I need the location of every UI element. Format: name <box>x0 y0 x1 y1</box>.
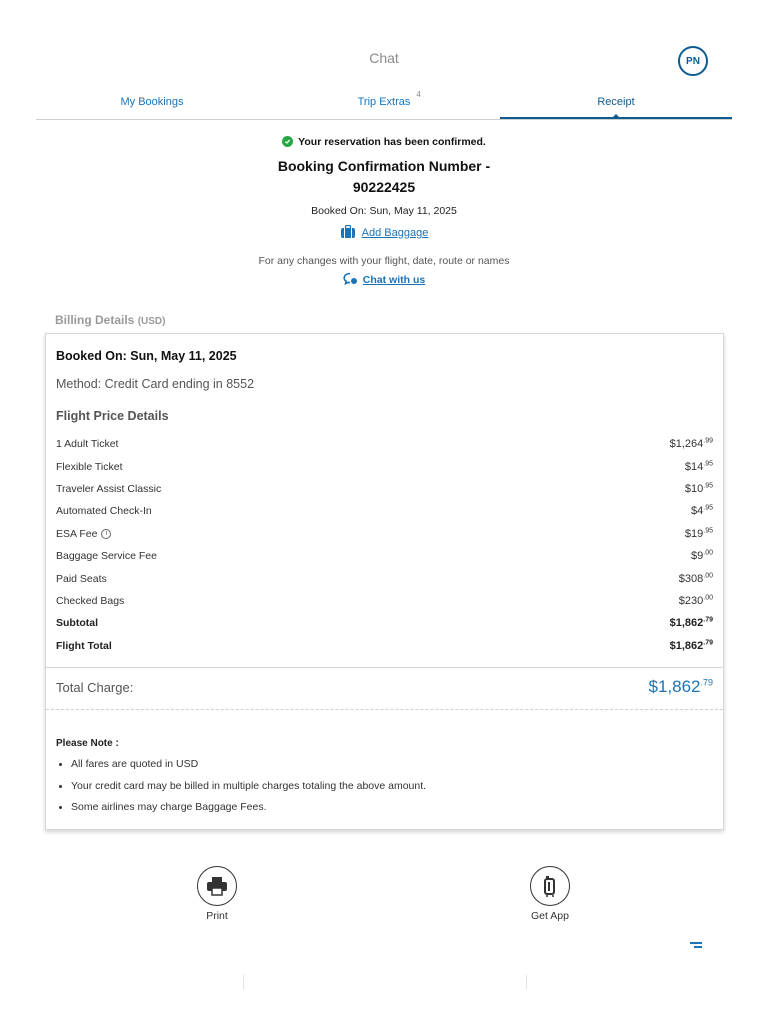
price-label: Flight Total <box>56 639 112 652</box>
divider <box>46 667 723 668</box>
chat-row: Chat with us <box>0 272 768 290</box>
price-row-adult-ticket: 1 Adult Ticket $1,264.99 <box>56 433 713 455</box>
bullet-icon <box>59 806 62 810</box>
check-circle-icon <box>282 136 294 147</box>
billing-currency: (USD) <box>137 316 166 327</box>
price-label: Traveler Assist Classic <box>56 482 162 495</box>
tab-receipt[interactable]: Receipt <box>500 86 732 119</box>
price-label: Baggage Service Fee <box>56 550 157 563</box>
tab-label: My Bookings <box>120 96 184 108</box>
price-label: Automated Check-In <box>56 505 152 518</box>
tab-badge: 4 <box>416 90 421 99</box>
price-value: $308.00 <box>678 571 713 585</box>
booked-on-date: Booked On: Sun, May 11, 2025 <box>311 205 457 217</box>
price-value: $4.95 <box>691 504 713 518</box>
chat-bubble-icon <box>343 272 358 288</box>
bullet-icon <box>59 784 62 788</box>
price-value: $14.95 <box>684 459 713 473</box>
tab-trip-extras[interactable]: Trip Extras 4 <box>268 86 500 119</box>
price-row-subtotal: Subtotal $1,862.79 <box>56 612 713 634</box>
price-label: 1 Adult Ticket <box>56 438 119 451</box>
note-item: Some airlines may charge Baggage Fees. <box>56 797 426 819</box>
notes-list: All fares are quoted in USD Your credit … <box>56 754 426 819</box>
chat-with-us-label: Chat with us <box>362 274 426 286</box>
chat-with-us-link[interactable]: Chat with us <box>343 272 425 288</box>
price-label: Paid Seats <box>56 572 107 585</box>
price-label: Subtotal <box>56 617 98 630</box>
print-button[interactable]: Print <box>187 866 247 922</box>
price-value: $230.00 <box>678 594 713 607</box>
tab-label: Trip Extras <box>357 96 411 108</box>
divider <box>526 975 527 989</box>
info-icon[interactable]: i <box>101 528 112 539</box>
bullet-icon <box>59 763 62 767</box>
confirmation-message: Your reservation has been confirmed. <box>282 136 486 148</box>
price-label: Flexible Ticket <box>56 460 123 473</box>
billing-booked-on: Booked On: Sun, May 11, 2025 <box>56 349 237 363</box>
price-value: $1,862.79 <box>669 616 713 630</box>
price-value: $19.95 <box>684 527 713 540</box>
changes-info: For any changes with your flight, date, … <box>258 255 510 267</box>
total-charge-label: Total Charge: <box>56 679 134 695</box>
flight-price-details-title: Flight Price Details <box>56 409 169 423</box>
price-row-flight-total: Flight Total $1,862.79 <box>56 635 713 657</box>
note-title: Please Note : <box>56 738 119 749</box>
divider <box>243 975 244 989</box>
price-value: $10.95 <box>684 482 713 495</box>
price-row-esa-fee: ESA Fee i $19.95 <box>56 523 713 545</box>
page-title: Chat <box>369 50 399 66</box>
note-item: All fares are quoted in USD <box>56 754 426 776</box>
note-item: Your credit card may be billed in multip… <box>56 776 426 798</box>
price-value: $1,264.99 <box>669 437 713 451</box>
billing-label: Billing Details <box>55 313 135 327</box>
avatar[interactable]: PN <box>678 46 708 76</box>
confirmation-text: Your reservation has been confirmed. <box>298 135 486 148</box>
price-row-flexible-ticket: Flexible Ticket $14.95 <box>56 455 713 477</box>
price-value: $1,862.79 <box>669 639 713 652</box>
tab-bar: My Bookings Trip Extras 4 Receipt <box>36 86 732 120</box>
total-charge-row: Total Charge: $1,862.79 <box>56 677 713 697</box>
get-app-label: Get App <box>531 910 569 922</box>
price-row-traveler-assist: Traveler Assist Classic $10.95 <box>56 478 713 500</box>
confirmation-number: Booking Confirmation Number - 90222425 <box>0 156 768 198</box>
price-list: 1 Adult Ticket $1,264.99 Flexible Ticket… <box>56 433 713 657</box>
add-baggage-link[interactable]: Add Baggage <box>340 224 429 241</box>
billing-card: Booked On: Sun, May 11, 2025 Method: Cre… <box>45 333 724 830</box>
confirmation-block: Your reservation has been confirmed. Boo… <box>0 132 768 218</box>
menu-icon[interactable] <box>688 942 702 952</box>
add-baggage-label: Add Baggage <box>361 227 429 239</box>
tab-label: Receipt <box>597 96 635 108</box>
confirmation-number-value: 90222425 <box>352 179 416 195</box>
price-row-paid-seats: Paid Seats $308.00 <box>56 567 713 589</box>
mobile-app-icon <box>530 866 570 906</box>
price-label: Checked Bags <box>56 594 125 607</box>
payment-method: Method: Credit Card ending in 8552 <box>56 377 255 391</box>
price-value: $9.00 <box>691 549 713 563</box>
printer-icon <box>197 866 237 906</box>
print-label: Print <box>206 910 228 922</box>
total-charge-value: $1,862.79 <box>648 677 713 696</box>
price-row-baggage-service-fee: Baggage Service Fee $9.00 <box>56 545 713 567</box>
price-row-checked-bags: Checked Bags $230.00 <box>56 590 713 612</box>
confirmation-number-label: Booking Confirmation Number - <box>277 158 491 174</box>
tab-my-bookings[interactable]: My Bookings <box>36 86 268 119</box>
suitcase-icon <box>340 224 356 241</box>
add-baggage-row: Add Baggage <box>0 224 768 243</box>
price-row-automated-checkin: Automated Check-In $4.95 <box>56 500 713 522</box>
dashed-divider <box>46 709 723 710</box>
price-label: ESA Fee i <box>56 528 112 540</box>
billing-details-heading: Billing Details (USD) <box>55 313 165 327</box>
get-app-button[interactable]: Get App <box>520 866 580 922</box>
